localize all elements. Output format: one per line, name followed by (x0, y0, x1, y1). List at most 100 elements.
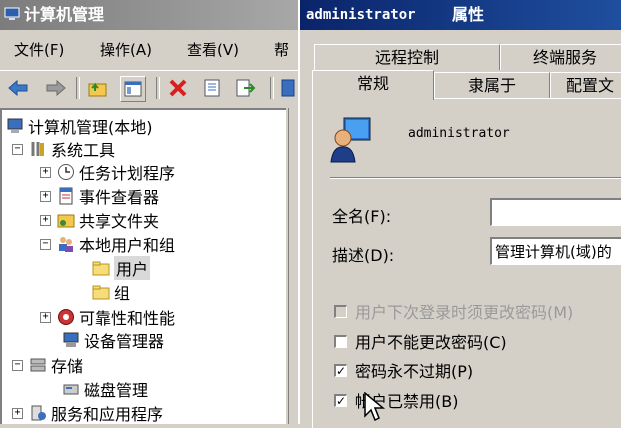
show-hide-tree-button[interactable] (120, 76, 146, 102)
description-input[interactable]: 管理计算机(域)的 (490, 237, 621, 265)
user-properties-dialog: administrator 属性 远程控制 终端服务 常规 隶属于 配置文 ad… (298, 0, 621, 428)
toolbar-separator (270, 77, 274, 99)
export-icon (236, 79, 256, 97)
menu-view[interactable]: 查看(V) (187, 39, 239, 60)
shared-folder-icon (57, 214, 75, 228)
back-arrow-icon (8, 80, 28, 96)
tree-label: 本地用户和组 (79, 236, 176, 255)
up-level-button[interactable] (86, 76, 110, 100)
delete-x-icon (169, 79, 187, 97)
export-list-button[interactable] (234, 76, 258, 100)
must-change-password-checkbox[interactable] (334, 304, 347, 318)
collapse-toggle[interactable]: − (40, 238, 51, 250)
expand-toggle[interactable]: + (40, 190, 51, 202)
event-log-icon (59, 187, 73, 205)
folder-icon (92, 285, 110, 300)
expand-toggle[interactable]: + (12, 407, 23, 419)
tree-item-device-manager[interactable]: 设备管理器 (62, 328, 164, 352)
device-manager-icon (63, 332, 79, 347)
cannot-change-password-row[interactable]: 用户不能更改密码(C) (334, 330, 507, 352)
disk-icon (63, 384, 79, 395)
user-avatar-icon (330, 117, 371, 163)
main-window-title: 计算机管理 (24, 5, 105, 24)
folder-icon (92, 261, 110, 276)
checkbox-label: 用户不能更改密码(C) (355, 333, 507, 352)
menu-help[interactable]: 帮 (274, 39, 289, 60)
dialog-titlebar[interactable]: administrator 属性 (300, 0, 621, 30)
checkbox-label: 用户下次登录时须更改密码(M) (355, 303, 574, 322)
tree-item-storage[interactable]: − 存储 (12, 353, 83, 377)
tree-label: 系统工具 (51, 141, 116, 160)
computer-management-icon (4, 7, 20, 20)
tree-label: 事件查看器 (79, 188, 160, 207)
forward-button[interactable] (44, 76, 68, 100)
performance-gauge-icon (58, 309, 74, 325)
users-group-icon (59, 237, 73, 252)
menu-file[interactable]: 文件(F) (14, 39, 64, 60)
tree-item-root[interactable]: 计算机管理(本地) (6, 114, 153, 138)
dialog-title-username: administrator (306, 7, 416, 23)
main-titlebar[interactable]: 计算机管理 (0, 0, 300, 30)
help-button[interactable] (280, 76, 296, 100)
tree-item-task-scheduler[interactable]: + 任务计划程序 (40, 160, 175, 184)
properties-icon (204, 79, 220, 97)
tree-label: 可靠性和性能 (79, 309, 176, 328)
tree-item-shared-folders[interactable]: + 共享文件夹 (40, 208, 159, 232)
expand-toggle[interactable]: + (40, 311, 51, 323)
expand-toggle[interactable]: + (40, 214, 51, 226)
toolbar (0, 70, 300, 105)
expand-toggle[interactable]: + (40, 166, 51, 178)
checkbox-label: 密码永不过期(P) (355, 362, 474, 381)
tab-profile[interactable]: 配置文 (550, 72, 621, 98)
folder-up-icon (88, 82, 107, 97)
description-label: 描述(D): (332, 246, 395, 265)
tree-label: 设备管理器 (84, 332, 165, 351)
section-divider (330, 177, 621, 179)
must-change-password-row[interactable]: 用户下次登录时须更改密码(M) (334, 300, 573, 322)
tree-item-services-apps[interactable]: + 服务和应用程序 (12, 401, 163, 425)
tab-general[interactable]: 常规 (312, 70, 434, 100)
tree-label: 存储 (51, 357, 84, 376)
full-name-input[interactable] (490, 198, 621, 226)
collapse-toggle[interactable]: − (12, 143, 23, 155)
computer-management-window: 计算机管理 文件(F) 操作(A) 查看(V) 帮 计算机管理(本地) − 系统… (0, 0, 300, 424)
tree-item-local-users-groups[interactable]: − 本地用户和组 (40, 232, 175, 256)
services-icon (31, 405, 46, 421)
tree-item-disk-management[interactable]: 磁盘管理 (62, 377, 148, 401)
mouse-cursor-icon (364, 392, 386, 422)
forward-arrow-icon (46, 80, 66, 96)
tree-label: 服务和应用程序 (51, 405, 164, 424)
tree-label: 计算机管理(本地) (28, 118, 153, 137)
back-button[interactable] (6, 76, 30, 100)
dialog-title-suffix: 属性 (452, 5, 485, 24)
clock-icon (58, 164, 74, 180)
tab-terminal-services[interactable]: 终端服务 (500, 44, 621, 70)
tree-item-users[interactable]: 用户 (92, 256, 151, 280)
console-tree-icon (124, 81, 142, 97)
username-display: administrator (408, 126, 510, 141)
account-disabled-row[interactable]: ✓ 帐户已禁用(B) (334, 389, 458, 411)
collapse-toggle[interactable]: − (12, 359, 23, 371)
computer-management-icon (7, 118, 23, 133)
account-disabled-checkbox[interactable]: ✓ (334, 393, 347, 407)
tree-label: 组 (114, 284, 131, 303)
toolbar-separator (156, 77, 160, 99)
tree-label: 任务计划程序 (79, 164, 176, 183)
password-never-expires-row[interactable]: ✓ 密码永不过期(P) (334, 359, 473, 381)
properties-button[interactable] (200, 76, 224, 100)
menu-action[interactable]: 操作(A) (100, 39, 152, 60)
tab-member-of[interactable]: 隶属于 (434, 72, 550, 98)
tab-remote-control[interactable]: 远程控制 (314, 44, 500, 70)
delete-button[interactable] (166, 76, 190, 100)
storage-icon (30, 358, 46, 372)
tree-item-system-tools[interactable]: − 系统工具 (12, 137, 115, 161)
toolbar-separator (76, 77, 80, 99)
tree-label: 共享文件夹 (79, 212, 160, 231)
tree-item-event-viewer[interactable]: + 事件查看器 (40, 184, 159, 208)
full-name-label: 全名(F): (332, 207, 392, 226)
cannot-change-password-checkbox[interactable] (334, 334, 347, 348)
password-never-expires-checkbox[interactable]: ✓ (334, 363, 347, 377)
help-book-icon (281, 79, 295, 97)
tree-item-reliability[interactable]: + 可靠性和性能 (40, 305, 175, 329)
tree-item-groups[interactable]: 组 (92, 280, 130, 304)
